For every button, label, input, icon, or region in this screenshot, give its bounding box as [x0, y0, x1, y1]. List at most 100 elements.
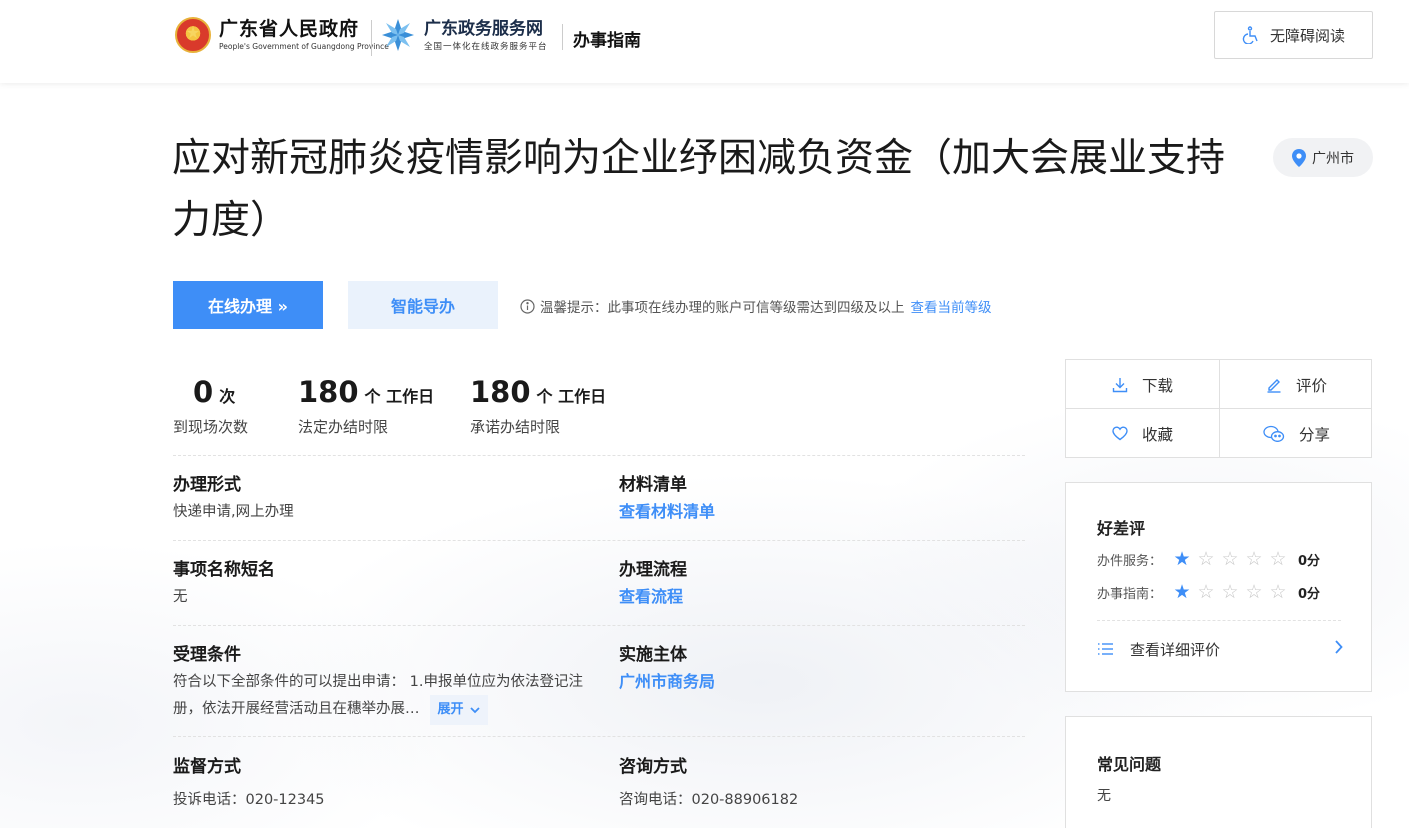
field-value: 投诉电话：020-12345: [173, 792, 325, 808]
faq-panel: 常见问题 无: [1065, 716, 1372, 828]
chevron-right-icon: [1335, 640, 1343, 654]
tip-notice: 温馨提示：此事项在线办理的账户可信等级需达到四级及以上 查看当前等级: [520, 296, 992, 316]
stat-label: 到现场次数: [173, 418, 249, 436]
rating-label: 办事指南：: [1097, 586, 1163, 602]
grid-divider: [1066, 408, 1371, 409]
star-empty-icon: ☆: [1197, 548, 1215, 570]
field-materials: 材料清单 查看材料清单: [619, 473, 715, 525]
download-label: 下载: [1141, 376, 1173, 395]
star-empty-icon: ☆: [1197, 581, 1215, 603]
view-detail-label: 查看详细评价: [1130, 640, 1221, 659]
field-agency: 实施主体 广州市商务局: [619, 643, 715, 695]
divider: [173, 540, 1025, 541]
evaluate-label: 评价: [1295, 376, 1327, 395]
field-form: 办理形式 快递申请,网上办理: [173, 473, 294, 525]
field-title: 实施主体: [619, 645, 687, 665]
stat-legal-limit: 180 个 工作日 法定办结时限: [298, 374, 434, 437]
conditions-text: 符合以下全部条件的可以提出申请： 1.申报单位应为依法登记注册，依法开展经营活动…: [173, 674, 583, 717]
divider: [173, 455, 1025, 456]
chevron-down-icon: [469, 706, 480, 713]
field-value: 咨询电话：020-88906182: [619, 792, 799, 808]
field-value: 快递申请,网上办理: [173, 504, 294, 520]
stat-label: 法定办结时限: [298, 418, 389, 436]
materials-link[interactable]: 查看材料清单: [619, 499, 715, 525]
download-button[interactable]: 下载: [1066, 360, 1219, 409]
field-value: 符合以下全部条件的可以提出申请： 1.申报单位应为依法登记注册，依法开展经营活动…: [173, 669, 583, 725]
star-rating: ★ ☆ ☆ ☆ ☆: [1170, 549, 1290, 569]
rating-title: 好差评: [1097, 519, 1146, 538]
field-consult: 咨询方式 咨询电话：020-88906182: [619, 755, 798, 813]
rating-score: 0分: [1298, 553, 1321, 569]
expand-label: 展开: [437, 702, 464, 717]
stat-visits: 0次 到现场次数: [173, 374, 248, 437]
site-header: 广东省人民政府 People's Government of Guangdong…: [0, 0, 1409, 83]
view-detail-rating-link[interactable]: 查看详细评价: [1097, 638, 1343, 660]
field-title: 监督方式: [173, 757, 241, 777]
header-divider: [562, 24, 563, 50]
share-label: 分享: [1298, 425, 1330, 444]
stat-unit: 个 工作日: [536, 387, 607, 406]
portal-subtitle: 全国一体化在线政务服务平台: [424, 42, 548, 52]
stat-promised-limit: 180 个 工作日 承诺办结时限: [470, 374, 606, 437]
rating-row: 办件服务： ★ ☆ ☆ ☆ ☆ 0分: [1097, 549, 1320, 569]
rating-label: 办件服务：: [1097, 553, 1163, 569]
action-grid: 下载 评价 收藏 分享: [1065, 359, 1372, 458]
star-empty-icon: ☆: [1269, 581, 1287, 603]
online-apply-button[interactable]: 在线办理 »: [173, 281, 323, 329]
star-empty-icon: ☆: [1221, 548, 1239, 570]
location-badge[interactable]: 广州市: [1273, 138, 1373, 177]
wechat-icon: [1263, 425, 1285, 442]
process-link[interactable]: 查看流程: [619, 584, 687, 610]
location-pin-icon: [1292, 148, 1306, 167]
accessibility-button[interactable]: 无障碍阅读: [1214, 11, 1373, 59]
stat-value: 180: [298, 375, 359, 409]
field-value: 无: [173, 589, 188, 605]
divider: [173, 625, 1025, 626]
view-level-link[interactable]: 查看当前等级: [911, 296, 992, 316]
edit-icon: [1267, 378, 1281, 393]
divider: [173, 736, 1025, 737]
heart-icon: [1112, 426, 1128, 441]
portal-name: 广东政务服务网: [424, 19, 543, 39]
stat-unit: 个 工作日: [364, 387, 435, 406]
stat-label: 承诺办结时限: [470, 418, 561, 436]
rating-score: 0分: [1298, 586, 1321, 602]
national-emblem-icon: [175, 17, 211, 53]
field-process: 办理流程 查看流程: [619, 558, 687, 610]
field-title: 咨询方式: [619, 757, 687, 777]
expand-button[interactable]: 展开: [429, 695, 488, 725]
stat-value: 180: [470, 375, 531, 409]
field-title: 办理形式: [173, 475, 241, 495]
header-divider: [371, 20, 372, 56]
portal-logo-icon: [382, 19, 414, 51]
field-title: 事项名称短名: [173, 560, 275, 580]
star-empty-icon: ☆: [1245, 581, 1263, 603]
stat-value: 0: [193, 375, 214, 409]
star-filled-icon: ★: [1173, 548, 1191, 570]
page-title: 应对新冠肺炎疫情影响为企业纾困减负资金（加大会展业支持力度）: [172, 136, 1226, 243]
field-title: 受理条件: [173, 645, 241, 665]
star-empty-icon: ☆: [1245, 548, 1263, 570]
star-empty-icon: ☆: [1221, 581, 1239, 603]
info-icon: [520, 298, 535, 314]
gov-logo[interactable]: 广东省人民政府 People's Government of Guangdong…: [175, 17, 389, 53]
faq-value: 无: [1097, 788, 1111, 804]
rating-panel: 好差评 办件服务： ★ ☆ ☆ ☆ ☆ 0分 办事指南： ★ ☆ ☆ ☆ ☆ 0…: [1065, 482, 1372, 692]
share-button[interactable]: 分享: [1220, 409, 1373, 458]
field-short-name: 事项名称短名 无: [173, 558, 275, 610]
agency-link[interactable]: 广州市商务局: [619, 669, 715, 695]
tip-text: 温馨提示：此事项在线办理的账户可信等级需达到四级及以上: [540, 300, 905, 316]
field-conditions: 受理条件 符合以下全部条件的可以提出申请： 1.申报单位应为依法登记注册，依法开…: [173, 643, 583, 725]
divider: [1097, 620, 1341, 621]
star-rating: ★ ☆ ☆ ☆ ☆: [1170, 582, 1290, 602]
faq-title: 常见问题: [1097, 755, 1162, 774]
field-supervision: 监督方式 投诉电话：020-12345: [173, 755, 325, 813]
smart-guide-button[interactable]: 智能导办: [348, 281, 498, 329]
section-label: 办事指南: [573, 31, 641, 51]
favorite-button[interactable]: 收藏: [1066, 409, 1219, 458]
favorite-label: 收藏: [1141, 425, 1173, 444]
wheelchair-icon: [1242, 26, 1258, 44]
field-title: 材料清单: [619, 475, 687, 495]
evaluate-button[interactable]: 评价: [1220, 360, 1373, 409]
portal-logo[interactable]: 广东政务服务网 全国一体化在线政务服务平台: [380, 17, 548, 53]
